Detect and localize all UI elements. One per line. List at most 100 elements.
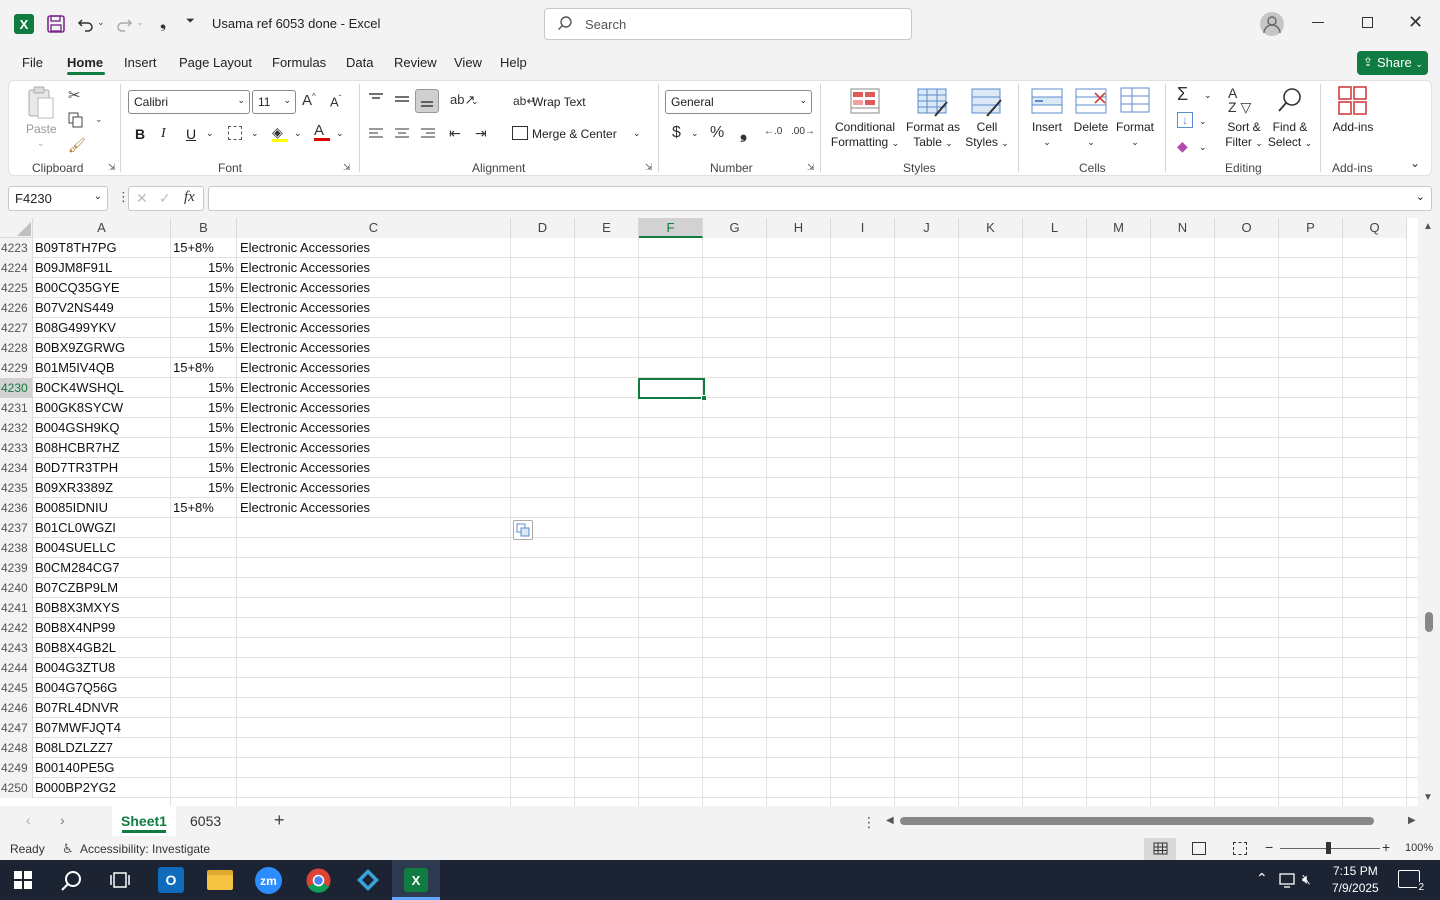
row-header[interactable]: 4226 bbox=[0, 298, 33, 318]
prev-sheet-icon[interactable]: ‹ bbox=[26, 812, 31, 828]
cell-b[interactable] bbox=[173, 578, 234, 598]
cell-a[interactable]: B09XR3389Z bbox=[35, 478, 169, 498]
font-color-dropdown-icon[interactable]: ⌄ bbox=[336, 128, 344, 139]
zoom-level[interactable]: 100% bbox=[1405, 842, 1433, 854]
cell-c[interactable]: Electronic Accessories bbox=[240, 358, 508, 378]
cell-b[interactable] bbox=[173, 638, 234, 658]
cell-c[interactable]: Electronic Accessories bbox=[240, 278, 508, 298]
scroll-down-icon[interactable]: ▼ bbox=[1423, 792, 1433, 803]
cell-c[interactable]: Electronic Accessories bbox=[240, 418, 508, 438]
cell-b[interactable] bbox=[173, 678, 234, 698]
copy-icon[interactable] bbox=[68, 112, 84, 128]
undo-icon[interactable] bbox=[76, 14, 96, 34]
increase-indent-icon[interactable]: ⇥ bbox=[475, 125, 487, 142]
cell-c[interactable]: Electronic Accessories bbox=[240, 478, 508, 498]
restore-button[interactable] bbox=[1362, 17, 1373, 28]
cell-a[interactable]: B09T8TH7PG bbox=[35, 238, 169, 258]
row-header[interactable]: 4225 bbox=[0, 278, 33, 298]
paste-button[interactable]: Paste bbox=[26, 122, 57, 137]
row-header[interactable]: 4238 bbox=[0, 538, 33, 558]
cell-a[interactable]: B0B8X4GB2L bbox=[35, 638, 169, 658]
cell-a[interactable]: B07MWFJQT4 bbox=[35, 718, 169, 738]
cell-a[interactable]: B004GSH9KQ bbox=[35, 418, 169, 438]
cell-a[interactable]: B07RL4DNVR bbox=[35, 698, 169, 718]
increase-decimal-icon[interactable]: ←.0 bbox=[764, 126, 782, 137]
cell-b[interactable] bbox=[173, 778, 234, 798]
copy-dropdown-icon[interactable]: ⌄ bbox=[95, 114, 103, 125]
page-break-view-icon[interactable] bbox=[1233, 842, 1247, 855]
clear-dropdown-icon[interactable]: ⌄ bbox=[1199, 142, 1207, 153]
name-box[interactable]: F4230 ⌄ bbox=[8, 186, 108, 211]
collapse-ribbon-icon[interactable]: ⌄ bbox=[1410, 156, 1420, 170]
worksheet-grid[interactable]: ABCDEFGHIJKLMNOPQ 4223 B09T8TH7PG 15+8% Ele… bbox=[0, 218, 1440, 806]
tab-split-handle-icon[interactable]: ⋮ bbox=[862, 814, 876, 831]
column-header-o[interactable]: O bbox=[1215, 218, 1279, 238]
merge-center-icon[interactable] bbox=[512, 126, 528, 140]
row-header[interactable]: 4247 bbox=[0, 718, 33, 738]
cell-c[interactable]: Electronic Accessories bbox=[240, 258, 508, 278]
cell-c[interactable] bbox=[240, 618, 508, 638]
comma-icon[interactable]: ❟ bbox=[740, 122, 747, 143]
cell-a[interactable]: B004SUELLC bbox=[35, 538, 169, 558]
decrease-indent-icon[interactable]: ⇤ bbox=[449, 125, 461, 142]
cell-c[interactable] bbox=[240, 678, 508, 698]
find-select-button[interactable]: Find & Select ⌄ bbox=[1266, 120, 1314, 151]
zoom-app-icon[interactable]: zm bbox=[255, 867, 282, 894]
network-icon[interactable] bbox=[1279, 872, 1297, 891]
cell-b[interactable] bbox=[173, 718, 234, 738]
cell-a[interactable]: B0BX9ZGRWG bbox=[35, 338, 169, 358]
conditional-formatting-label[interactable]: Conditional Formatting ⌄ bbox=[829, 120, 901, 151]
scroll-left-icon[interactable]: ◀ bbox=[886, 815, 894, 826]
currency-dropdown-icon[interactable]: ⌄ bbox=[691, 128, 699, 139]
row-header[interactable]: 4224 bbox=[0, 258, 33, 278]
cell-c[interactable]: Electronic Accessories bbox=[240, 498, 508, 518]
column-header-d[interactable]: D bbox=[511, 218, 575, 238]
column-header-h[interactable]: H bbox=[767, 218, 831, 238]
insert-function-icon[interactable]: fx bbox=[184, 189, 195, 206]
format-cells-icon[interactable] bbox=[1120, 84, 1150, 114]
row-header[interactable]: 4232 bbox=[0, 418, 33, 438]
cell-a[interactable]: B0085IDNIU bbox=[35, 498, 169, 518]
search-box[interactable]: Search bbox=[544, 8, 912, 40]
cell-a[interactable]: B00GK8SYCW bbox=[35, 398, 169, 418]
column-header-i[interactable]: I bbox=[831, 218, 895, 238]
bold-icon[interactable]: B bbox=[135, 126, 145, 142]
cell-b[interactable]: 15% bbox=[173, 278, 234, 298]
row-header[interactable]: 4240 bbox=[0, 578, 33, 598]
cell-a[interactable]: B0CM284CG7 bbox=[35, 558, 169, 578]
addins-icon[interactable] bbox=[1338, 86, 1368, 119]
zoom-slider[interactable] bbox=[1280, 842, 1380, 854]
font-name-dropdown[interactable]: Calibri ⌄ bbox=[128, 90, 250, 114]
cell-c[interactable] bbox=[240, 598, 508, 618]
horizontal-scroll-thumb[interactable] bbox=[900, 817, 1374, 825]
column-header-f[interactable]: F bbox=[639, 218, 703, 238]
borders-icon[interactable] bbox=[228, 126, 242, 140]
row-header[interactable]: 4248 bbox=[0, 738, 33, 758]
chrome-icon[interactable] bbox=[305, 867, 332, 897]
outlook-icon[interactable]: O bbox=[158, 867, 184, 893]
menu-view[interactable]: View bbox=[454, 55, 482, 70]
row-header[interactable]: 4231 bbox=[0, 398, 33, 418]
column-header-k[interactable]: K bbox=[959, 218, 1023, 238]
format-as-table-icon[interactable] bbox=[917, 88, 949, 118]
find-select-icon[interactable] bbox=[1276, 86, 1304, 117]
column-header-c[interactable]: C bbox=[237, 218, 511, 238]
row-header[interactable]: 4235 bbox=[0, 478, 33, 498]
share-button[interactable]: ⇪ Share ⌄ bbox=[1357, 51, 1428, 75]
cell-a[interactable]: B01M5IV4QB bbox=[35, 358, 169, 378]
cell-a[interactable]: B000BP2YG2 bbox=[35, 778, 169, 798]
cell-c[interactable] bbox=[240, 698, 508, 718]
number-launcher-icon[interactable]: ⇲ bbox=[807, 162, 815, 173]
decrease-decimal-icon[interactable]: .00→ bbox=[791, 126, 815, 137]
menu-home[interactable]: Home bbox=[67, 55, 103, 70]
column-header-q[interactable]: Q bbox=[1343, 218, 1407, 238]
column-header-j[interactable]: J bbox=[895, 218, 959, 238]
align-center-icon[interactable] bbox=[394, 127, 410, 144]
clipboard-launcher-icon[interactable]: ⇲ bbox=[108, 162, 116, 173]
column-header-p[interactable]: P bbox=[1279, 218, 1343, 238]
format-cells-button[interactable]: Format ⌄ bbox=[1114, 120, 1156, 150]
number-format-dropdown[interactable]: General ⌄ bbox=[665, 90, 812, 114]
excel-taskbar-active[interactable]: X bbox=[392, 860, 440, 900]
zoom-in-icon[interactable]: + bbox=[1382, 839, 1390, 855]
cell-b[interactable] bbox=[173, 658, 234, 678]
